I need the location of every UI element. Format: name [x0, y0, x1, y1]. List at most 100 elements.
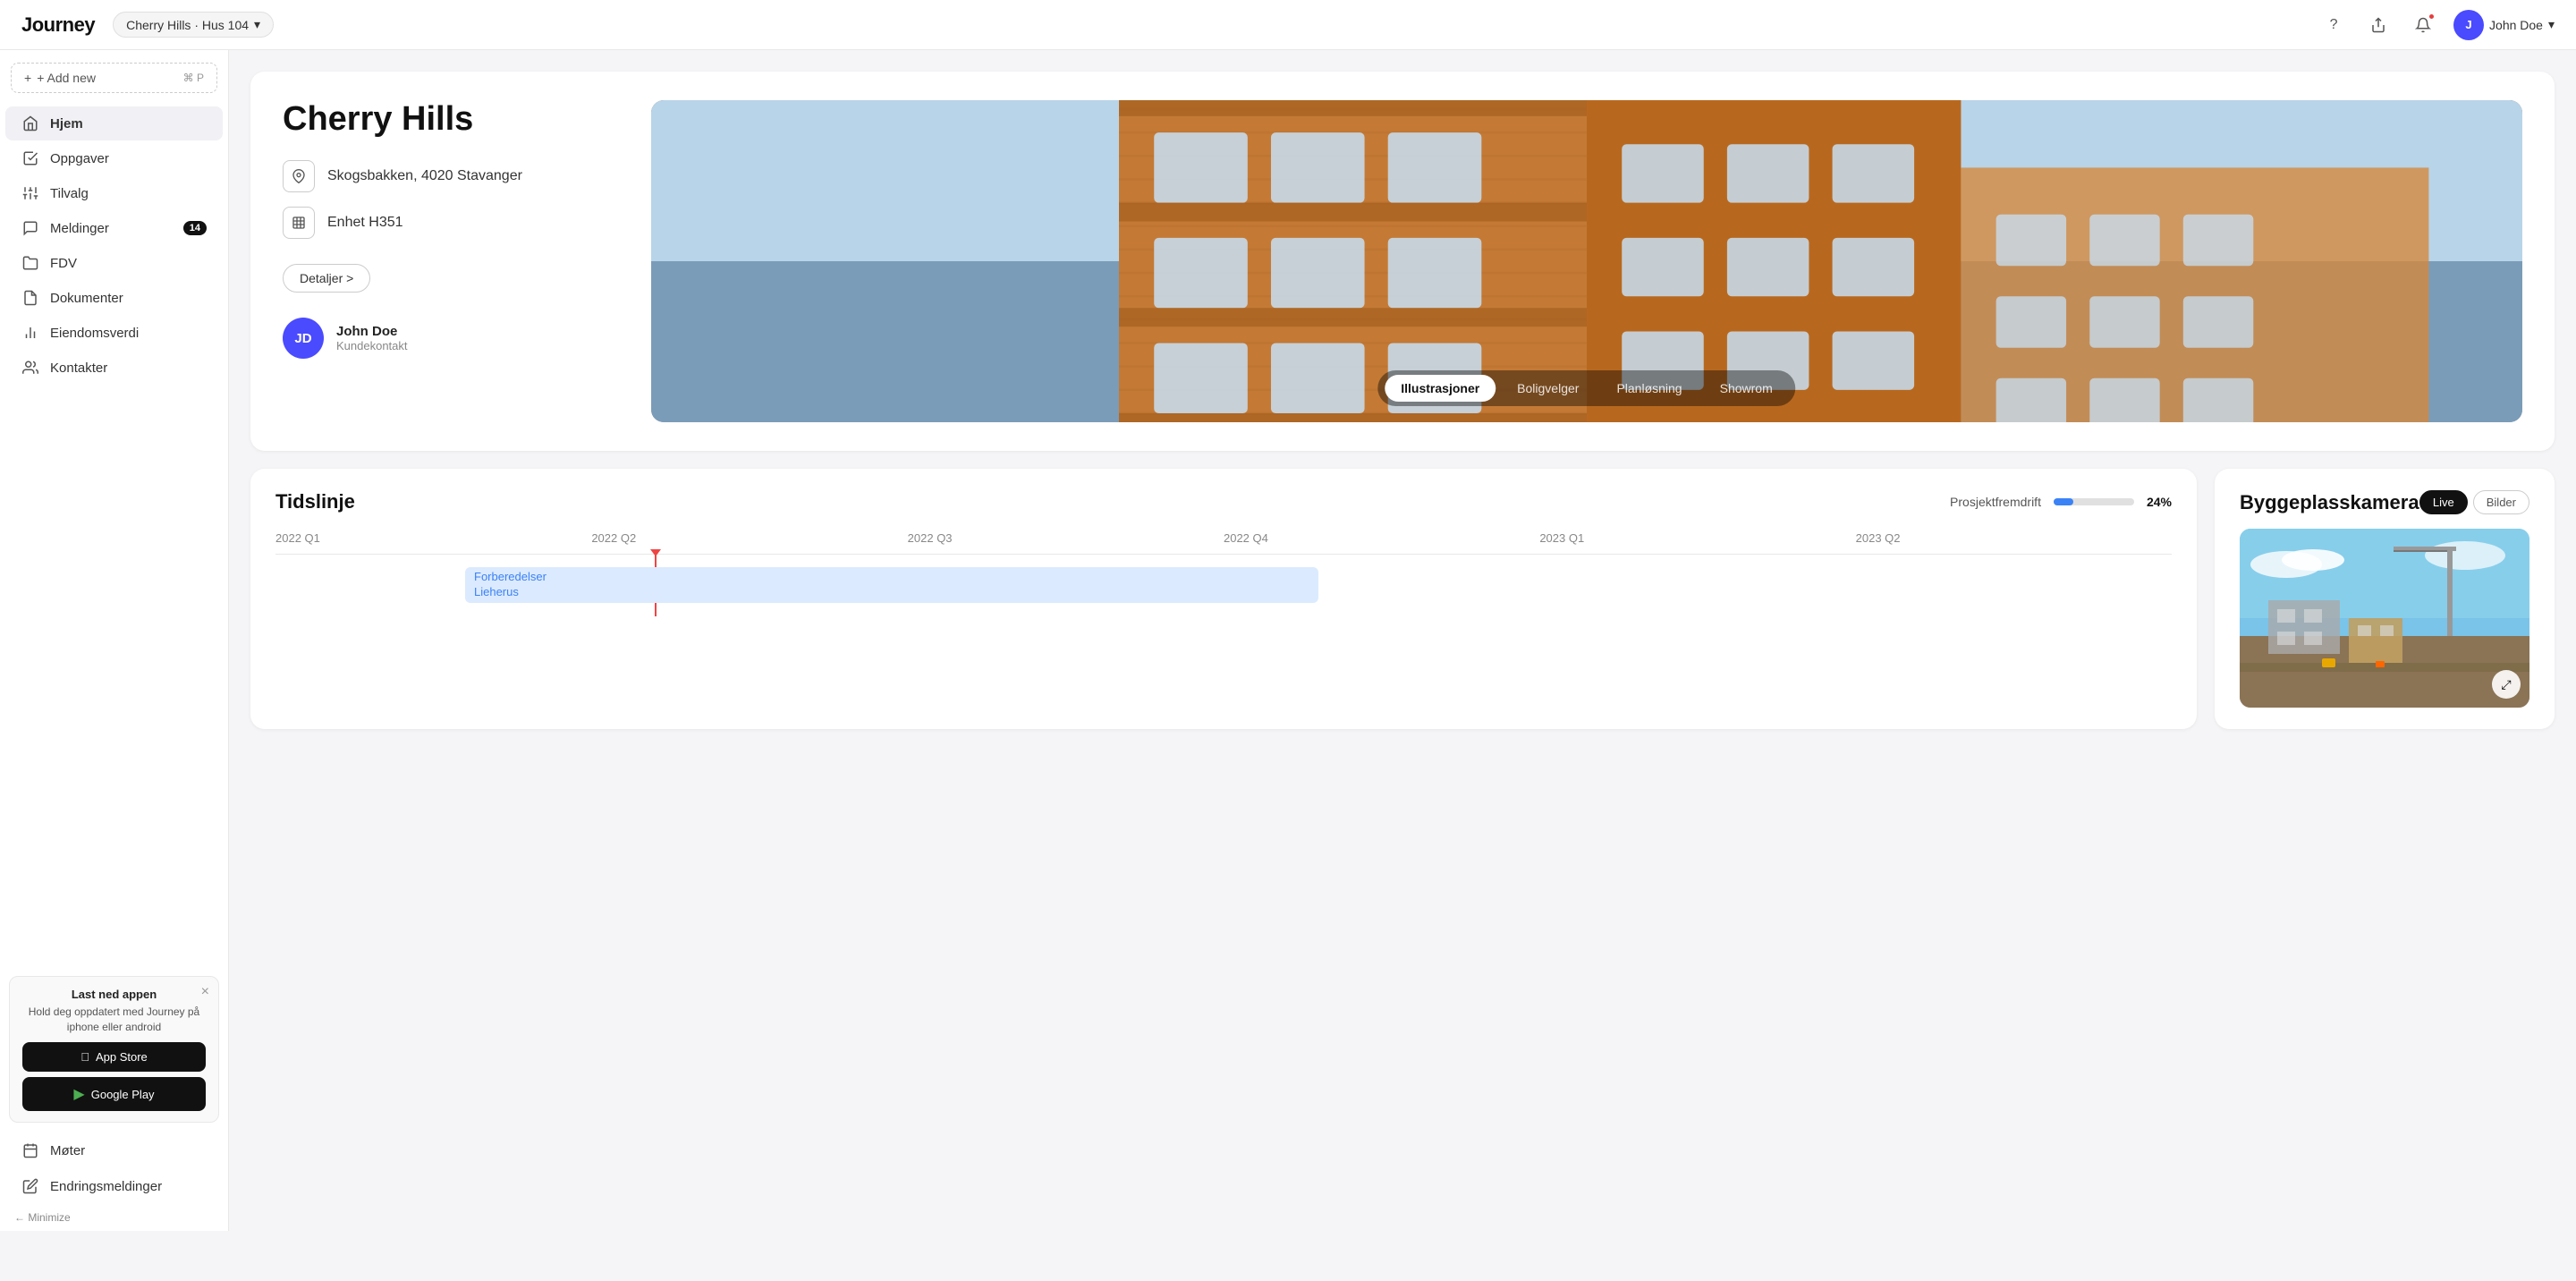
users-icon — [21, 360, 39, 376]
minimize-button[interactable]: ← Minimize — [0, 1204, 228, 1231]
contact-info: John Doe Kundekontakt — [336, 324, 408, 352]
sliders-icon — [21, 185, 39, 201]
quarter-label: 2022 Q4 — [1224, 531, 1539, 554]
chevron-down-icon: ▾ — [2548, 17, 2555, 32]
sidebar-item-eiendomsverdi[interactable]: Eiendomsverdi — [5, 316, 223, 350]
add-new-label: + Add new — [37, 71, 96, 85]
edit-icon — [21, 1178, 39, 1194]
app-logo: Journey — [21, 13, 95, 37]
plus-icon: + — [24, 71, 31, 85]
image-tabs: Illustrasjoner Boligvelger Planløsning S… — [1377, 370, 1795, 406]
camera-tabs: Live Bilder — [2419, 490, 2529, 514]
topnav-left: Journey Cherry Hills · Hus 104 ▾ — [21, 12, 274, 38]
camera-header: Byggeplasskamera Live Bilder — [2240, 490, 2529, 514]
camera-card: Byggeplasskamera Live Bilder — [2215, 469, 2555, 729]
sidebar-item-meldinger[interactable]: Meldinger 14 — [5, 211, 223, 245]
tab-bilder[interactable]: Bilder — [2473, 490, 2529, 514]
help-icon[interactable]: ? — [2319, 11, 2348, 39]
chevron-down-icon: ▾ — [254, 17, 260, 32]
project-selector-label: Cherry Hills · Hus 104 — [126, 18, 249, 32]
progress-label: Prosjektfremdrift — [1950, 495, 2041, 509]
sidebar-item-label: Dokumenter — [50, 291, 123, 306]
sidebar-item-label: Oppgaver — [50, 151, 109, 166]
user-menu[interactable]: J John Doe ▾ — [2453, 10, 2555, 40]
sidebar-item-label: Hjem — [50, 116, 83, 131]
timeline-card: Tidslinje Prosjektfremdrift 24% 2022 Q1 … — [250, 469, 2197, 729]
sidebar-item-label: Meldinger — [50, 221, 109, 236]
timeline-bar-label: Forberedelser Lieherus — [474, 570, 547, 600]
sidebar-item-label: Tilvalg — [50, 186, 89, 201]
progress-row: Prosjektfremdrift 24% — [1950, 495, 2172, 509]
timeline-quarters: 2022 Q1 2022 Q2 2022 Q3 2022 Q4 2023 Q1 … — [275, 531, 2172, 554]
quarter-label: 2022 Q2 — [591, 531, 907, 554]
address-row: Skogsbakken, 4020 Stavanger — [283, 160, 623, 192]
main-content: Cherry Hills Skogsbakken, 4020 Stavanger… — [229, 50, 2576, 1231]
meldinger-badge: 14 — [183, 221, 207, 235]
sidebar-navigation: Hjem Oppgaver Tilvalg Meld — [0, 102, 228, 969]
project-selector[interactable]: Cherry Hills · Hus 104 ▾ — [113, 12, 274, 38]
message-icon — [21, 220, 39, 236]
contact-avatar: JD — [283, 318, 324, 359]
tab-illustrasjoner[interactable]: Illustrasjoner — [1385, 375, 1496, 402]
sidebar-item-label: Endringsmeldinger — [50, 1179, 162, 1194]
contact-name: John Doe — [336, 324, 408, 339]
camera-thumbnail: ⤢ — [2240, 529, 2529, 708]
banner-close-button[interactable]: × — [201, 984, 209, 1000]
progress-bar — [2054, 498, 2134, 505]
sidebar-item-kontakter[interactable]: Kontakter — [5, 351, 223, 385]
camera-title: Byggeplasskamera — [2240, 491, 2419, 514]
unit-row: Enhet H351 — [283, 207, 623, 239]
tab-boligvelger[interactable]: Boligvelger — [1501, 375, 1595, 402]
play-icon: ▶ — [73, 1085, 84, 1103]
project-name: Cherry Hills — [283, 100, 623, 139]
quarter-label: 2023 Q2 — [1856, 531, 2172, 554]
sidebar-item-dokumenter[interactable]: Dokumenter — [5, 281, 223, 315]
top-navigation: Journey Cherry Hills · Hus 104 ▾ ? J Joh… — [0, 0, 2576, 50]
file-icon — [21, 290, 39, 306]
expand-icon: ⤢ — [2501, 677, 2511, 692]
add-new-button[interactable]: + + Add new ⌘ P — [11, 63, 217, 93]
contact-role: Kundekontakt — [336, 339, 408, 352]
banner-body: Hold deg oppdatert med Journey på iphone… — [22, 1005, 206, 1035]
calendar-icon — [21, 1142, 39, 1158]
share-icon[interactable] — [2364, 11, 2393, 39]
googleplay-button[interactable]: ▶ Google Play — [22, 1077, 206, 1111]
banner-title: Last ned appen — [22, 988, 206, 1001]
bottom-row: Tidslinje Prosjektfremdrift 24% 2022 Q1 … — [250, 469, 2555, 729]
progress-bar-fill — [2054, 498, 2073, 505]
details-button[interactable]: Detaljer > — [283, 264, 370, 293]
sidebar-item-label: Eiendomsverdi — [50, 326, 139, 341]
folder-icon — [21, 255, 39, 271]
sidebar-item-fdv[interactable]: FDV — [5, 246, 223, 280]
check-square-icon — [21, 150, 39, 166]
sidebar-item-oppgaver[interactable]: Oppgaver — [5, 141, 223, 175]
apple-icon:  — [80, 1050, 89, 1064]
sidebar-item-label: FDV — [50, 256, 77, 271]
sidebar: + + Add new ⌘ P Hjem Oppgaver — [0, 50, 229, 1231]
sidebar-item-label: Kontakter — [50, 361, 107, 376]
project-info: Cherry Hills Skogsbakken, 4020 Stavanger… — [283, 100, 623, 422]
contact-row: JD John Doe Kundekontakt — [283, 318, 623, 359]
quarter-label: 2023 Q1 — [1539, 531, 1855, 554]
quarter-label: 2022 Q3 — [908, 531, 1224, 554]
tab-planlosning[interactable]: Planløsning — [1600, 375, 1698, 402]
appstore-button[interactable]:  App Store — [22, 1042, 206, 1072]
notification-dot — [2428, 13, 2436, 21]
sidebar-item-hjem[interactable]: Hjem — [5, 106, 223, 140]
sidebar-item-endringsmeldinger[interactable]: Endringsmeldinger — [5, 1169, 223, 1203]
sidebar-item-label: Møter — [50, 1143, 85, 1158]
project-card: Cherry Hills Skogsbakken, 4020 Stavanger… — [250, 72, 2555, 451]
sidebar-item-tilvalg[interactable]: Tilvalg — [5, 176, 223, 210]
expand-button[interactable]: ⤢ — [2492, 670, 2521, 699]
notification-bell[interactable] — [2409, 11, 2437, 39]
keyboard-shortcut: ⌘ P — [183, 72, 204, 84]
tab-showrom[interactable]: Showrom — [1704, 375, 1789, 402]
sidebar-item-moter[interactable]: Møter — [5, 1133, 223, 1167]
timeline-track: Forberedelser Lieherus — [275, 554, 2172, 616]
timeline-bar: Forberedelser Lieherus — [465, 567, 1318, 603]
unit-icon — [283, 207, 315, 239]
unit-text: Enhet H351 — [327, 215, 403, 231]
progress-percentage: 24% — [2147, 495, 2172, 509]
tab-live[interactable]: Live — [2419, 490, 2468, 514]
location-icon — [283, 160, 315, 192]
